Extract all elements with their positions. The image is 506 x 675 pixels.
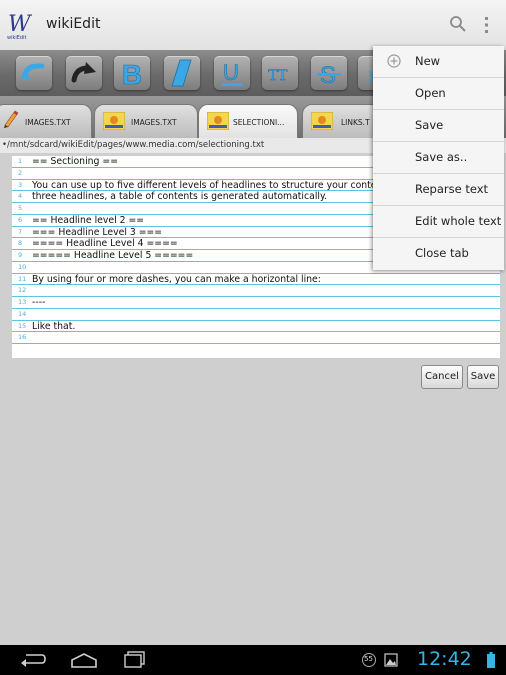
action-bar: W wikiEdit wikiEdit (0, 0, 506, 51)
menu-item-new[interactable]: New (373, 46, 504, 78)
menu-item-close-tab[interactable]: Close tab (373, 238, 504, 270)
svg-text:U: U (223, 60, 239, 85)
redo-icon (71, 62, 96, 83)
tab-selectioning[interactable]: SELECTIONI... (198, 104, 298, 138)
teletype-icon: TT (268, 67, 288, 84)
tab-label: IMAGES.TXT (131, 118, 177, 127)
menu-item-label: Save as.. (415, 150, 468, 164)
cancel-button[interactable]: Cancel (421, 365, 463, 389)
editor-line[interactable]: 12 (12, 285, 500, 297)
line-text: ==== Headline Level 4 ==== (32, 238, 178, 250)
menu-item-label: Edit whole text (415, 214, 502, 228)
wiki-file-icon (103, 112, 125, 130)
app-title: wikiEdit (46, 16, 101, 32)
line-number: 12 (18, 286, 27, 295)
line-number: 15 (18, 321, 27, 330)
line-text: By using four or more dashes, you can ma… (32, 273, 321, 285)
italic-button[interactable] (164, 56, 200, 90)
line-text: ===== Headline Level 5 ===== (32, 250, 194, 261)
menu-item-label: Save (415, 118, 444, 132)
gallery-icon[interactable] (384, 653, 398, 667)
line-text: ---- (32, 297, 46, 308)
line-number: 16 (18, 333, 27, 342)
line-text: == Headline level 2 == (32, 214, 145, 226)
line-number: 10 (18, 262, 27, 271)
menu-item-label: Close tab (415, 246, 469, 260)
bold-icon: B (122, 59, 143, 90)
overflow-menu: New Open Save Save as.. Reparse text Edit who… (373, 46, 504, 270)
svg-text:TT: TT (268, 67, 288, 84)
tab-label: SELECTIONI... (233, 118, 285, 127)
tab-images-1[interactable]: IMAGES.TXT (0, 104, 92, 138)
save-button[interactable]: Save (467, 365, 499, 389)
line-number: 13 (18, 298, 27, 306)
line-number: 14 (18, 309, 27, 318)
undo-button[interactable] (16, 56, 52, 90)
editor-line[interactable]: 11 By using four or more dashes, you can … (12, 274, 500, 286)
menu-item-open[interactable]: Open (373, 78, 504, 110)
menu-item-save-as[interactable]: Save as.. (373, 142, 504, 174)
tab-images-2[interactable]: IMAGES.TXT (94, 104, 198, 138)
italic-icon (171, 59, 192, 87)
line-number: 6 (18, 215, 23, 224)
strikethrough-icon: S (317, 62, 341, 89)
menu-item-save[interactable]: Save (373, 110, 504, 142)
app-logo-text: wikiEdit (7, 35, 26, 41)
teletype-button[interactable]: TT (262, 56, 298, 90)
editor-line[interactable]: 14 (12, 309, 500, 321)
line-number: 4 (18, 192, 23, 201)
app-logo-icon: W wikiEdit (7, 12, 33, 41)
app-logo-letter: W (8, 12, 33, 37)
undo-icon (21, 63, 45, 80)
underline-button[interactable]: U (214, 56, 250, 90)
line-text: You can use up to five different levels … (32, 179, 377, 191)
line-number: 5 (18, 204, 23, 212)
line-number: 11 (18, 274, 27, 283)
line-number: 7 (18, 227, 23, 236)
search-icon[interactable] (448, 14, 468, 34)
menu-item-label: Reparse text (415, 182, 489, 196)
strikethrough-button[interactable]: S (311, 56, 347, 90)
underline-icon: U (222, 60, 242, 86)
line-number: 8 (18, 239, 23, 248)
battery-icon (487, 652, 495, 668)
redo-button[interactable] (66, 56, 102, 90)
line-text: === Headline Level 3 === (32, 226, 163, 238)
overflow-menu-icon[interactable] (482, 15, 492, 35)
line-number: 3 (18, 180, 23, 189)
line-text: three headlines, a table of contents is … (32, 191, 328, 203)
back-icon[interactable] (20, 652, 46, 668)
line-text: == Sectioning == (32, 156, 118, 167)
recent-apps-icon[interactable] (124, 651, 146, 669)
line-text: Like that. (32, 320, 76, 332)
system-navigation-bar: 55 12:42 (0, 645, 506, 675)
editor-line[interactable]: 13 ---- (12, 297, 500, 309)
editor-line[interactable]: 15 Like that. (12, 321, 500, 333)
svg-text:B: B (122, 59, 142, 90)
editor-line[interactable]: 16 (12, 332, 500, 344)
wiki-file-icon (311, 112, 333, 130)
tab-label: LINKS.T (341, 118, 370, 127)
notification-badge[interactable]: 55 (362, 653, 376, 667)
notification-badge-text: 55 (364, 655, 373, 663)
home-icon[interactable] (70, 652, 98, 668)
menu-item-label: New (415, 54, 441, 68)
tab-label: IMAGES.TXT (25, 118, 71, 127)
line-number: 1 (18, 157, 23, 165)
clock: 12:42 (417, 648, 472, 670)
bold-button[interactable]: B (114, 56, 150, 90)
pencil-icon (4, 110, 19, 128)
line-number: 9 (18, 251, 23, 259)
menu-item-edit-whole-text[interactable]: Edit whole text (373, 206, 504, 238)
menu-item-reparse-text[interactable]: Reparse text (373, 174, 504, 206)
tab-links[interactable]: LINKS.T (302, 104, 382, 138)
menu-item-label: Open (415, 86, 446, 100)
wiki-file-icon (207, 112, 229, 130)
line-number: 2 (18, 168, 23, 177)
